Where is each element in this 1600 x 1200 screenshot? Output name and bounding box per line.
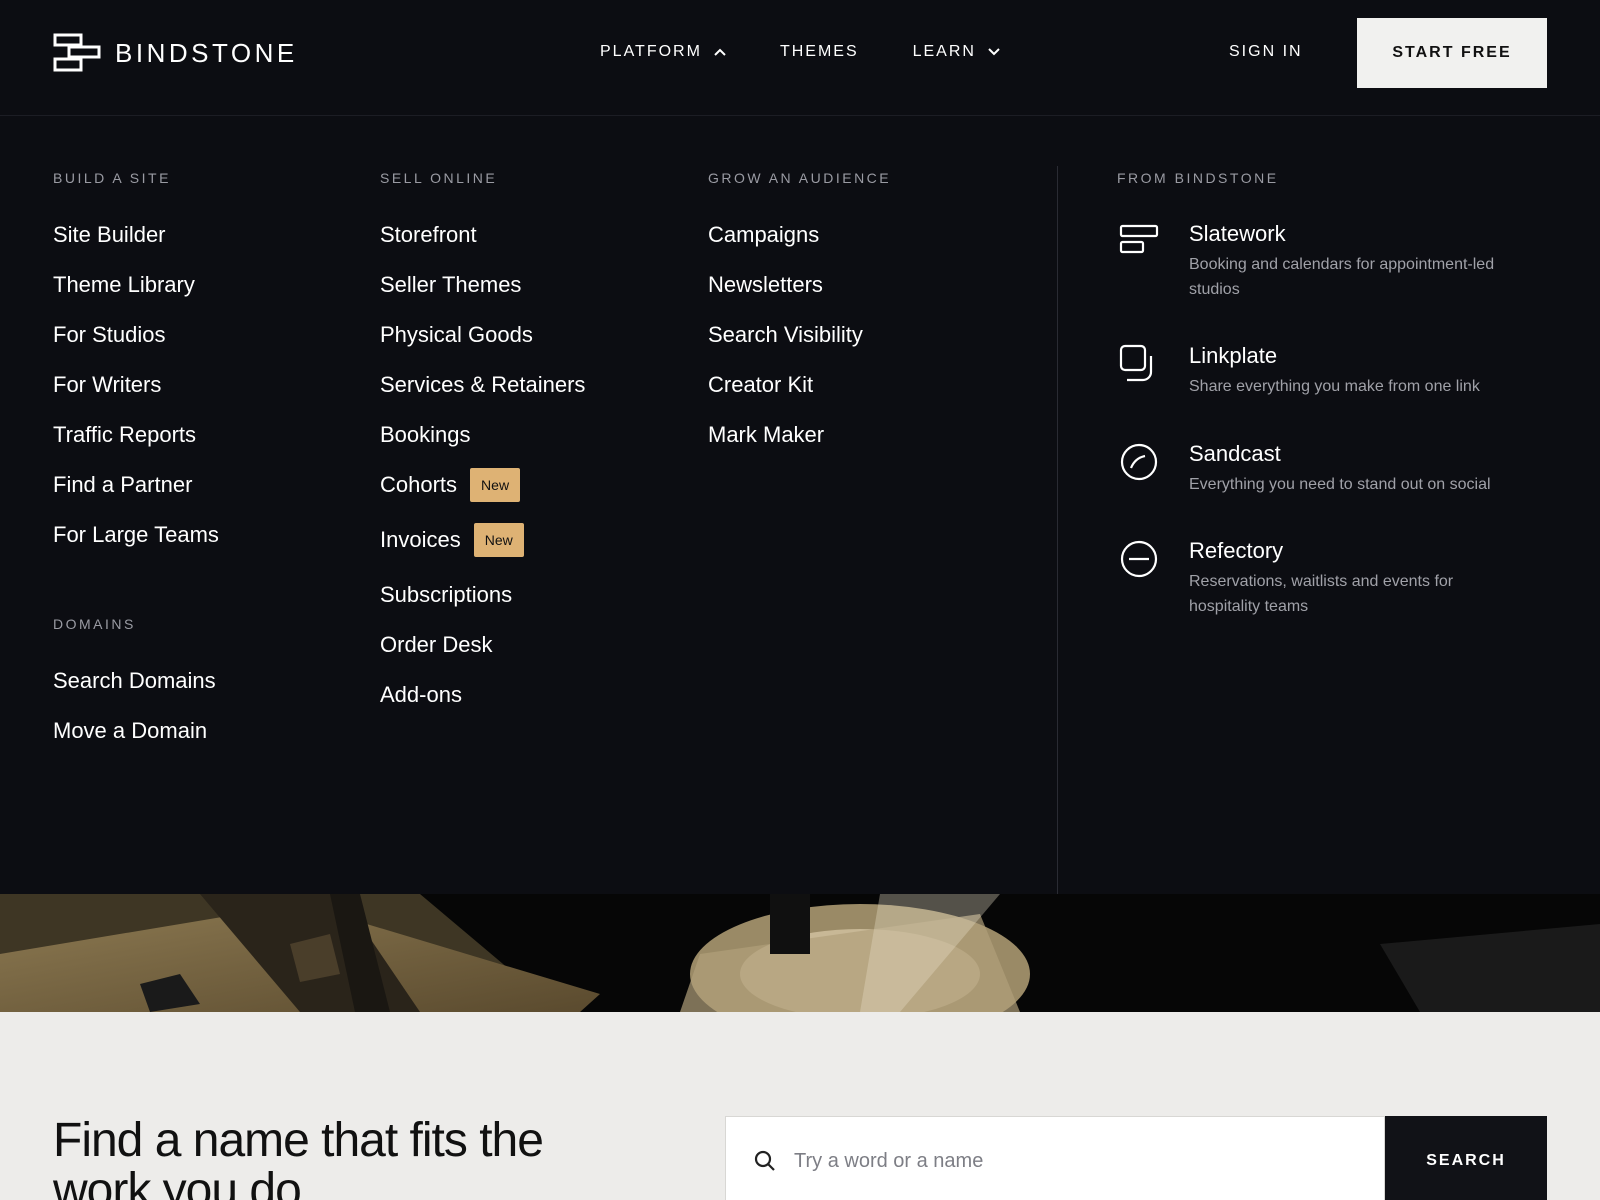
menu-item-label: Order Desk <box>380 632 493 657</box>
menu-item-services-retainers[interactable]: Services & Retainers <box>380 370 585 420</box>
menu-item-for-studios[interactable]: For Studios <box>53 320 219 370</box>
menu-item-label: Services & Retainers <box>380 372 586 397</box>
column-heading: FROM BINDSTONE <box>1117 170 1279 186</box>
menu-item-label: Seller Themes <box>380 272 522 297</box>
menu-item-for-large-teams[interactable]: For Large Teams <box>53 520 219 570</box>
menu-item-newsletters[interactable]: Newsletters <box>708 270 891 320</box>
menu-list-domains: Search Domains Move a Domain <box>53 666 216 766</box>
product-name: Slatework <box>1189 221 1286 246</box>
product-description: Booking and calendars for appointment-le… <box>1189 256 1495 298</box>
nav-platform[interactable]: PLATFORM <box>600 43 726 61</box>
main-nav: PLATFORM THEMES LEARN <box>600 43 1054 61</box>
product-description: Share everything you make from one link <box>1189 378 1480 395</box>
menu-column-domains: DOMAINS Search Domains Move a Domain <box>53 616 216 766</box>
menu-item-search-domains[interactable]: Search Domains <box>53 666 216 716</box>
logo-icon <box>53 33 101 72</box>
nav-platform-label: PLATFORM <box>600 43 702 60</box>
nav-learn[interactable]: LEARN <box>913 43 1000 61</box>
nav-themes-label: THEMES <box>779 43 859 60</box>
menu-item-label: Storefront <box>380 222 477 247</box>
product-linkplate[interactable]: Linkplate Share everything you make from… <box>1117 342 1519 399</box>
menu-item-site-builder[interactable]: Site Builder <box>53 220 219 270</box>
calendar-blocks-icon <box>1119 224 1159 254</box>
domain-search-section: Find a name that fits the work you do SE… <box>0 1012 1600 1200</box>
top-nav-bar: BINDSTONE PLATFORM THEMES LEARN SIGN IN … <box>0 0 1600 116</box>
menu-list-build: Site Builder Theme Library For Studios F… <box>53 220 219 570</box>
column-heading: SELL ONLINE <box>380 170 498 186</box>
product-text: Refectory Reservations, waitlists and ev… <box>1189 537 1519 619</box>
workshop-photo <box>0 894 1600 1012</box>
menu-item-bookings[interactable]: Bookings <box>380 420 585 470</box>
domain-search-form: SEARCH <box>725 1116 1547 1200</box>
product-text: Sandcast Everything you need to stand ou… <box>1189 440 1519 497</box>
menu-item-theme-library[interactable]: Theme Library <box>53 270 219 320</box>
stacked-squares-icon <box>1119 344 1153 382</box>
menu-item-traffic-reports[interactable]: Traffic Reports <box>53 420 219 470</box>
product-description: Everything you need to stand out on soci… <box>1189 476 1491 493</box>
product-text: Linkplate Share everything you make from… <box>1189 342 1519 399</box>
column-heading: GROW AN AUDIENCE <box>708 170 892 186</box>
chevron-down-icon <box>988 48 1000 56</box>
menu-item-order-desk[interactable]: Order Desk <box>380 630 585 680</box>
nav-themes[interactable]: THEMES <box>780 43 859 61</box>
domain-search-input[interactable] <box>794 1149 1384 1173</box>
menu-item-storefront[interactable]: Storefront <box>380 220 585 270</box>
column-heading: DOMAINS <box>53 616 136 632</box>
menu-item-label: Add-ons <box>380 682 462 707</box>
menu-item-mark-maker[interactable]: Mark Maker <box>708 420 891 470</box>
product-refectory[interactable]: Refectory Reservations, waitlists and ev… <box>1117 537 1519 619</box>
product-name: Linkplate <box>1189 343 1278 368</box>
brand-logo[interactable]: BINDSTONE <box>53 33 298 73</box>
menu-item-find-a-partner[interactable]: Find a Partner <box>53 470 219 520</box>
menu-item-physical-goods[interactable]: Physical Goods <box>380 320 585 370</box>
menu-column-grow: GROW AN AUDIENCE Campaigns Newsletters S… <box>708 170 891 470</box>
search-button[interactable]: SEARCH <box>1385 1116 1547 1200</box>
product-name: Refectory <box>1189 538 1284 563</box>
menu-item-add-ons[interactable]: Add-ons <box>380 680 585 730</box>
start-free-button[interactable]: START FREE <box>1357 18 1547 88</box>
menu-item-invoices[interactable]: Invoices New <box>380 523 585 580</box>
product-description: Reservations, waitlists and events for h… <box>1189 573 1454 615</box>
menu-item-subscriptions[interactable]: Subscriptions <box>380 580 585 630</box>
product-text: Slatework Booking and calendars for appo… <box>1189 220 1519 302</box>
column-heading: BUILD A SITE <box>53 170 171 186</box>
menu-column-sell: SELL ONLINE Storefront Seller Themes Phy… <box>380 170 585 730</box>
menu-item-for-writers[interactable]: For Writers <box>53 370 219 420</box>
menu-item-label: Invoices <box>380 527 461 552</box>
menu-divider <box>1057 166 1058 894</box>
menu-column-from: FROM BINDSTONE <box>1117 170 1279 186</box>
new-badge: New <box>473 523 524 557</box>
menu-item-label: Subscriptions <box>380 582 513 607</box>
hero-image <box>0 894 1600 1012</box>
circle-swoosh-icon <box>1120 443 1158 481</box>
menu-item-creator-kit[interactable]: Creator Kit <box>708 370 891 420</box>
menu-item-campaigns[interactable]: Campaigns <box>708 220 891 270</box>
search-icon <box>754 1150 775 1171</box>
menu-list-grow: Campaigns Newsletters Search Visibility … <box>708 220 891 470</box>
menu-column-build: BUILD A SITE Site Builder Theme Library … <box>53 170 219 570</box>
circle-minus-icon <box>1120 540 1158 578</box>
chevron-up-icon <box>714 48 726 56</box>
new-badge: New <box>470 468 521 502</box>
menu-item-label: Physical Goods <box>380 322 533 347</box>
product-slatework[interactable]: Slatework Booking and calendars for appo… <box>1117 220 1519 302</box>
nav-learn-label: LEARN <box>912 43 976 60</box>
product-name: Sandcast <box>1189 441 1281 466</box>
menu-item-label: Cohorts <box>380 472 458 497</box>
product-sandcast[interactable]: Sandcast Everything you need to stand ou… <box>1117 440 1519 497</box>
menu-item-seller-themes[interactable]: Seller Themes <box>380 270 585 320</box>
menu-item-label: Bookings <box>380 422 471 447</box>
menu-list-sell: Storefront Seller Themes Physical Goods … <box>380 220 585 730</box>
menu-item-cohorts[interactable]: Cohorts New <box>380 468 585 525</box>
search-field-wrapper <box>725 1116 1385 1200</box>
brand-name: BINDSTONE <box>115 37 298 68</box>
sign-in-link[interactable]: SIGN IN <box>1229 43 1303 61</box>
menu-item-move-a-domain[interactable]: Move a Domain <box>53 716 216 766</box>
menu-item-search-visibility[interactable]: Search Visibility <box>708 320 891 370</box>
search-headline: Find a name that fits the work you do <box>53 1114 544 1200</box>
